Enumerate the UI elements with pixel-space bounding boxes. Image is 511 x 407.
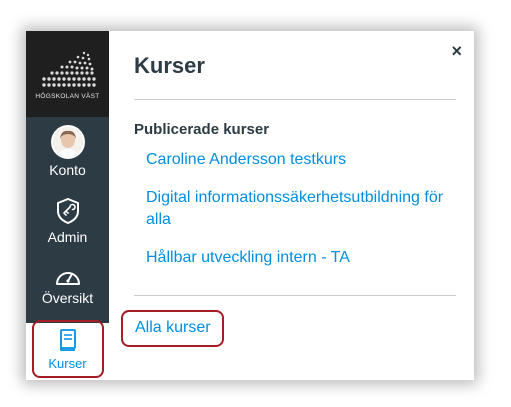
section-heading-published: Publicerade kurser xyxy=(134,121,270,138)
nav-label-kurser: Kurser xyxy=(48,356,87,371)
user-avatar xyxy=(50,125,85,159)
list-item: Caroline Andersson testkurs xyxy=(146,149,451,171)
book-icon xyxy=(59,329,76,351)
tray-title: Kurser xyxy=(134,53,205,78)
nav-item-kurser[interactable]: Kurser xyxy=(26,323,109,380)
divider xyxy=(134,99,456,100)
course-link-digital-info[interactable]: Digital informationssäkerhetsutbildning … xyxy=(146,189,443,228)
courses-tray: Kurser × Publicerade kurser Caroline And… xyxy=(109,31,474,380)
nav-item-oversikt[interactable]: Översikt xyxy=(26,265,109,306)
nav-item-konto[interactable]: Konto xyxy=(26,125,109,178)
global-navigation: HÖGSKOLAN VÄST Konto Admin Översikt Kurs… xyxy=(26,31,109,380)
all-courses-link[interactable]: Alla kurser xyxy=(135,319,211,337)
divider xyxy=(134,295,456,296)
shield-icon xyxy=(56,197,79,225)
course-link-caroline[interactable]: Caroline Andersson testkurs xyxy=(146,151,346,168)
nav-label-admin: Admin xyxy=(47,229,88,245)
logo[interactable]: HÖGSKOLAN VÄST xyxy=(26,31,109,117)
nav-label-oversikt: Översikt xyxy=(41,290,94,306)
course-link-hallbar[interactable]: Hållbar utveckling intern - TA xyxy=(146,249,350,266)
list-item: Digital informationssäkerhetsutbildning … xyxy=(146,187,451,231)
app-frame: HÖGSKOLAN VÄST Konto Admin Översikt Kurs… xyxy=(26,31,474,380)
speedometer-icon xyxy=(55,272,80,285)
nav-label-konto: Konto xyxy=(49,162,86,178)
logo-graphic-icon xyxy=(42,51,96,87)
logo-text: HÖGSKOLAN VÄST xyxy=(35,93,100,100)
course-list: Caroline Andersson testkurs Digital info… xyxy=(146,149,451,285)
close-icon[interactable]: × xyxy=(451,41,462,61)
list-item: Hållbar utveckling intern - TA xyxy=(146,247,451,269)
nav-item-admin[interactable]: Admin xyxy=(26,197,109,245)
